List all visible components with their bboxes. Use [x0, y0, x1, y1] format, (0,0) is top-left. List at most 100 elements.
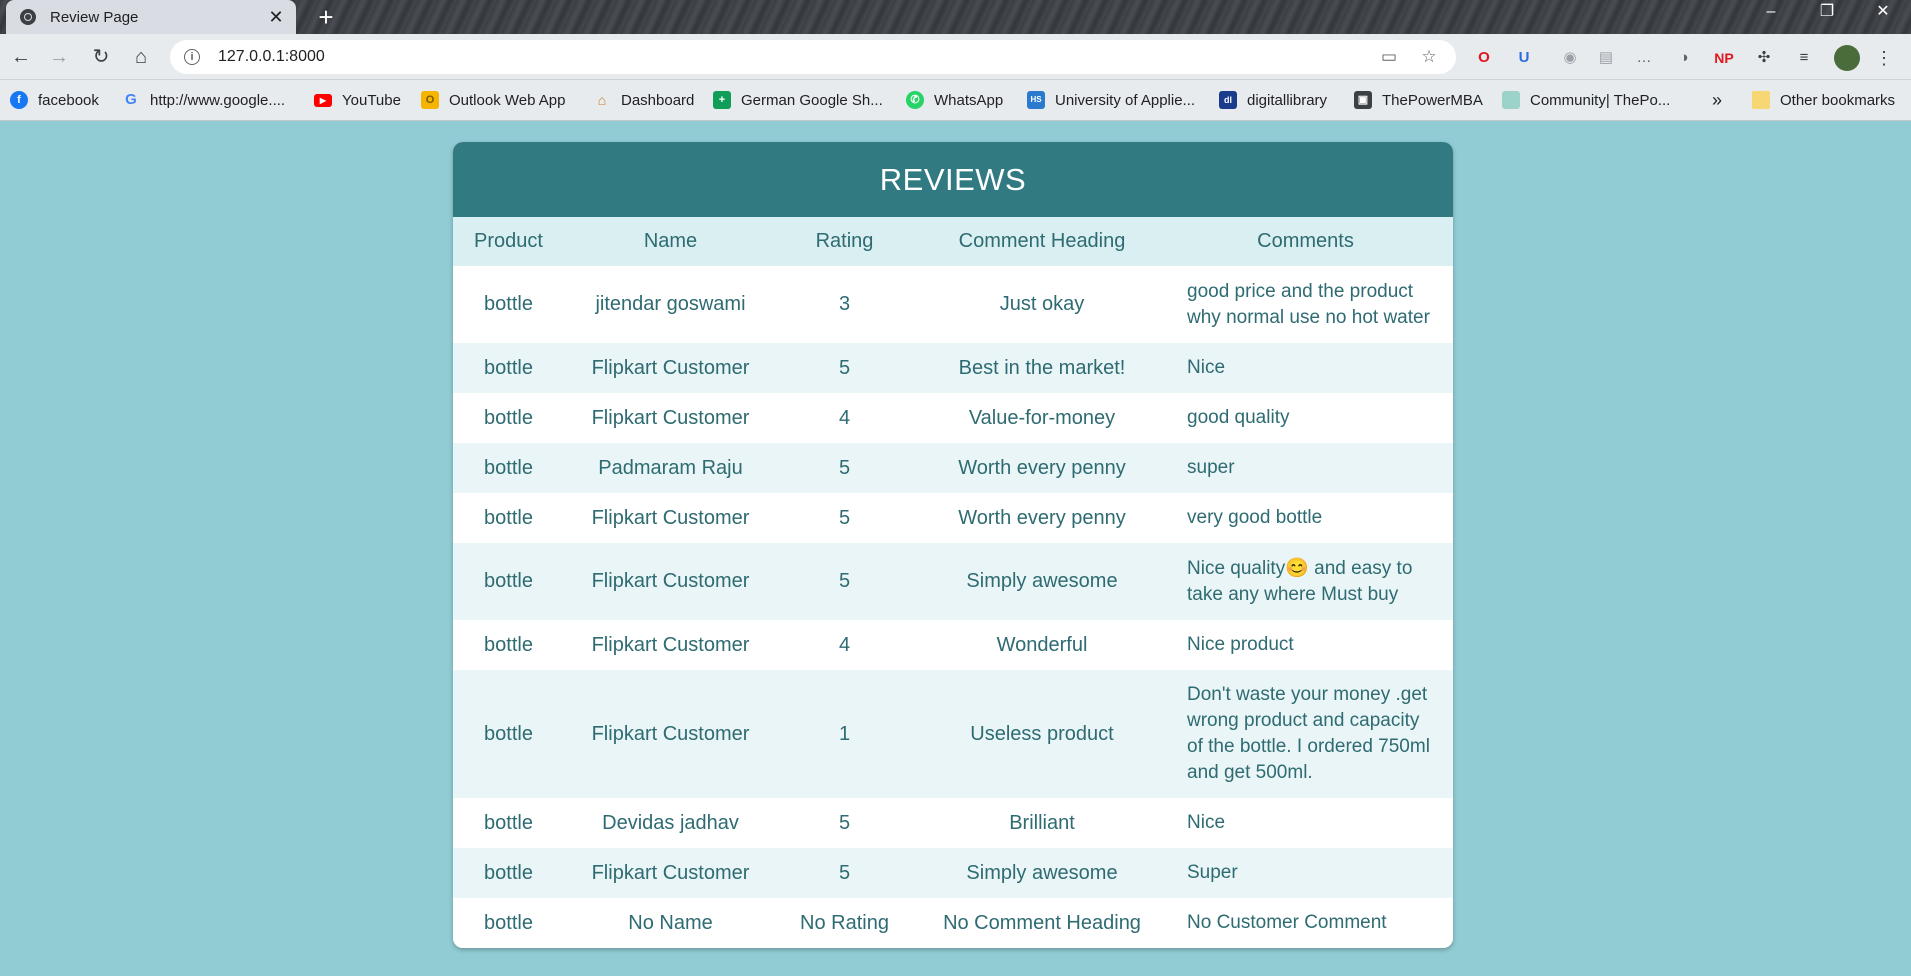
- cell-heading: Simply awesome: [966, 570, 1118, 592]
- header-name: Name: [564, 217, 777, 266]
- bookmark-label: Dashboard: [621, 91, 695, 109]
- cell-product: bottle: [484, 406, 533, 429]
- browser-toolbar: ← → ↻ ⌂ i 127.0.0.1:8000 ▭ ☆ O U ◉ ▤ … ◑…: [0, 34, 1911, 80]
- reading-list-icon[interactable]: ≡: [1792, 46, 1816, 70]
- table-header-row: Product Name Rating Comment Heading Comm…: [453, 217, 1453, 266]
- forward-button[interactable]: →: [44, 42, 74, 72]
- cell-name: Flipkart Customer: [591, 506, 750, 529]
- bookmark-youtube[interactable]: ▶ YouTube: [314, 88, 401, 112]
- new-tab-button[interactable]: +: [312, 3, 340, 31]
- cell-rating: 5: [838, 861, 851, 884]
- cell-rating: 5: [838, 456, 851, 479]
- cell-name: Padmaram Raju: [598, 456, 743, 479]
- cell-name: Flipkart Customer: [591, 406, 750, 429]
- circle-extension-icon[interactable]: ◑: [1672, 46, 1696, 70]
- cell-comment: good quality: [1187, 407, 1290, 428]
- cell-product: bottle: [484, 633, 533, 656]
- bookmark-dashboard[interactable]: ⌂ Dashboard: [593, 88, 695, 112]
- tab-title: Review Page: [50, 8, 139, 26]
- restore-window-button[interactable]: ❐: [1799, 0, 1855, 28]
- cell-heading: Best in the market!: [958, 356, 1126, 379]
- bookmark-german-google-sheets[interactable]: + German Google Sh...: [713, 88, 883, 112]
- google-icon: G: [125, 91, 137, 108]
- cell-heading: Just okay: [999, 293, 1085, 315]
- community-icon: [1502, 91, 1520, 109]
- table-row: bottle Padmaram Raju 5 Worth every penny…: [453, 443, 1453, 493]
- document-extension-icon[interactable]: ▤: [1594, 46, 1618, 70]
- more-bookmarks-button[interactable]: »: [1712, 88, 1722, 112]
- opera-extension-icon[interactable]: O: [1472, 46, 1496, 70]
- library-icon: dl: [1219, 91, 1237, 109]
- browser-menu-icon[interactable]: ⋮: [1872, 46, 1896, 70]
- bookmark-university[interactable]: HS University of Applie...: [1027, 88, 1195, 112]
- cell-name: Flipkart Customer: [591, 570, 750, 592]
- back-button[interactable]: ←: [6, 42, 36, 72]
- bookmark-outlook[interactable]: O Outlook Web App: [421, 88, 565, 112]
- table-row: bottle Flipkart Customer 4 Wonderful Nic…: [453, 620, 1453, 670]
- cell-product: bottle: [484, 570, 533, 592]
- reviews-table: Product Name Rating Comment Heading Comm…: [453, 217, 1453, 948]
- header-comments: Comments: [1172, 217, 1453, 266]
- cell-rating: 5: [838, 506, 851, 529]
- profile-avatar[interactable]: [1834, 45, 1860, 71]
- bookmarks-bar: f facebook G http://www.google.... ▶ You…: [0, 80, 1911, 121]
- reviews-title: REVIEWS: [453, 142, 1453, 217]
- address-bar[interactable]: i 127.0.0.1:8000 ▭ ☆: [170, 40, 1456, 74]
- cell-name: No Name: [628, 911, 713, 934]
- other-bookmarks-folder[interactable]: Other bookmarks: [1752, 88, 1895, 112]
- more-extension-icon[interactable]: …: [1632, 46, 1656, 70]
- cell-rating: 1: [838, 722, 851, 745]
- cell-name: Flipkart Customer: [591, 722, 750, 745]
- cell-heading: Simply awesome: [966, 861, 1118, 884]
- whatsapp-icon: ✆: [906, 91, 924, 109]
- minimize-window-button[interactable]: –: [1743, 0, 1799, 28]
- bookmark-whatsapp[interactable]: ✆ WhatsApp: [906, 88, 1003, 112]
- bookmark-facebook[interactable]: f facebook: [10, 88, 99, 112]
- bookmark-label: Outlook Web App: [449, 91, 566, 109]
- bookmark-thepowermba[interactable]: ▣ ThePowerMBA: [1354, 88, 1483, 112]
- folder-icon: [1752, 91, 1770, 109]
- header-comment-heading: Comment Heading: [912, 217, 1172, 266]
- header-product: Product: [453, 217, 564, 266]
- cell-rating: 3: [838, 293, 851, 315]
- table-row: bottle Flipkart Customer 5 Best in the m…: [453, 343, 1453, 393]
- bookmark-label: WhatsApp: [934, 91, 1004, 109]
- np-extension-icon[interactable]: NP: [1712, 46, 1736, 70]
- bookmark-label: ThePowerMBA: [1382, 91, 1483, 109]
- home-button[interactable]: ⌂: [126, 42, 156, 72]
- eye-extension-icon[interactable]: ◉: [1558, 46, 1582, 70]
- cell-rating: 4: [838, 406, 851, 429]
- cell-comment: Nice product: [1187, 634, 1294, 655]
- close-window-button[interactable]: ✕: [1855, 0, 1911, 28]
- cell-name: Flipkart Customer: [591, 633, 750, 656]
- bookmark-community[interactable]: Community| ThePo...: [1502, 88, 1670, 112]
- close-tab-icon[interactable]: ✕: [266, 7, 286, 28]
- cell-heading: Value-for-money: [968, 406, 1116, 429]
- table-row: bottle No Name No Rating No Comment Head…: [453, 898, 1453, 948]
- header-rating: Rating: [777, 217, 912, 266]
- cell-heading: Worth every penny: [958, 506, 1126, 529]
- cell-rating: 4: [838, 633, 851, 656]
- table-row: bottle Flipkart Customer 5 Simply awesom…: [453, 848, 1453, 898]
- cell-comment: Don't waste your money .get wrong produc…: [1187, 684, 1430, 783]
- dashboard-icon: ⌂: [597, 92, 607, 108]
- u-extension-icon[interactable]: U: [1512, 46, 1536, 70]
- site-info-icon[interactable]: i: [184, 49, 200, 65]
- cell-rating: 5: [838, 356, 851, 379]
- puzzle-extensions-icon[interactable]: ✣: [1752, 46, 1776, 70]
- cell-product: bottle: [484, 811, 533, 834]
- facebook-icon: f: [10, 91, 28, 109]
- globe-icon: [20, 9, 36, 25]
- bookmark-label: YouTube: [342, 91, 401, 109]
- cell-comment: Nice: [1187, 357, 1226, 378]
- reload-button[interactable]: ↻: [86, 42, 116, 72]
- url-text[interactable]: 127.0.0.1:8000: [218, 48, 1362, 66]
- bookmark-google[interactable]: G http://www.google....: [122, 88, 285, 112]
- bookmark-digitallibrary[interactable]: dl digitallibrary: [1219, 88, 1327, 112]
- cast-icon[interactable]: ▭: [1376, 47, 1402, 67]
- bookmark-star-icon[interactable]: ☆: [1416, 47, 1442, 67]
- browser-tab[interactable]: Review Page ✕: [6, 0, 296, 34]
- bookmark-label: Other bookmarks: [1780, 91, 1896, 109]
- cell-product: bottle: [484, 722, 533, 745]
- cell-product: bottle: [484, 356, 533, 379]
